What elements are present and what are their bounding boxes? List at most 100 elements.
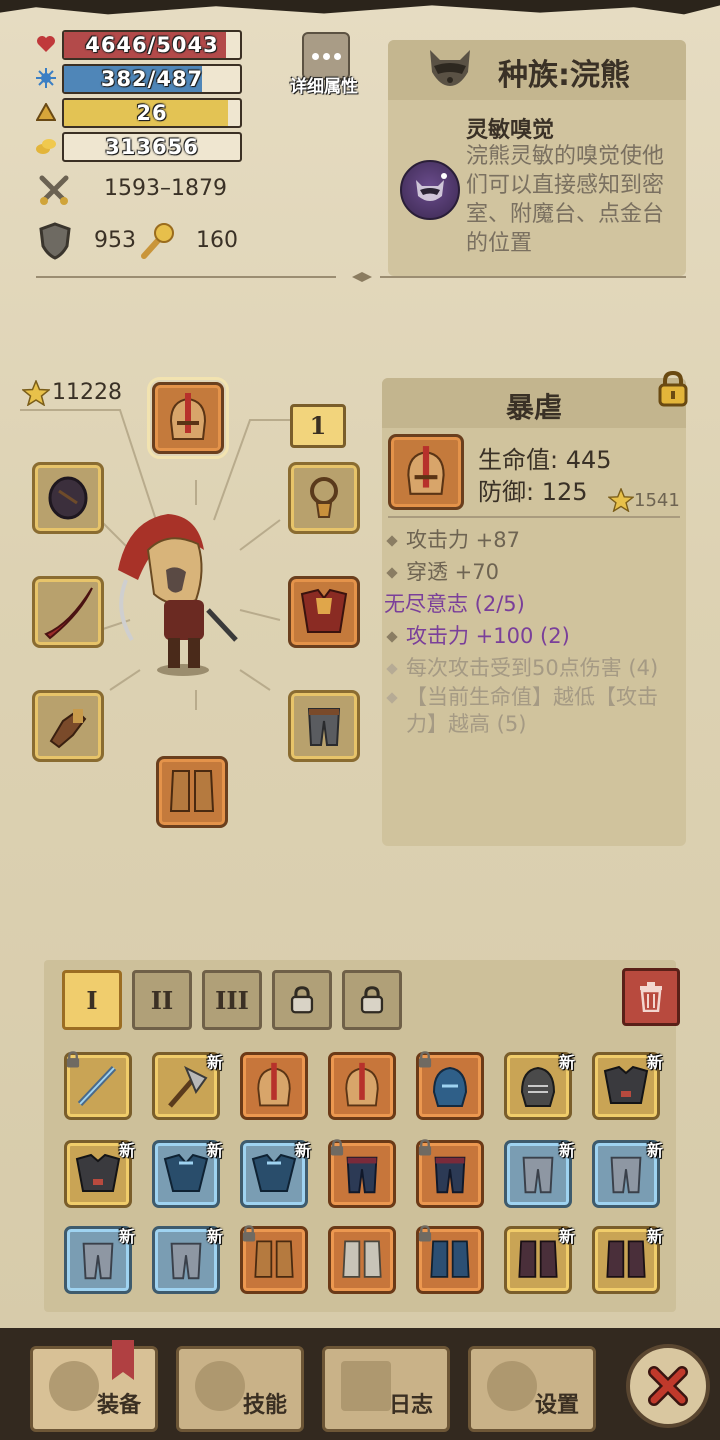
lock-icon [242,1225,256,1242]
new-badge: 新 [206,1141,223,1160]
shield-icon [38,222,72,260]
inventory-item[interactable] [416,1225,484,1294]
trait-icon[interactable] [400,160,460,220]
bronze-boots-icon [254,1240,294,1278]
level-row: 26 [34,98,244,128]
close-button[interactable] [626,1344,710,1428]
inventory-item[interactable] [328,1226,396,1294]
inventory-item[interactable]: 新 [504,1052,575,1120]
raccoon-icon [426,46,474,90]
trash-icon [640,982,662,1012]
lock-icon [66,1051,80,1068]
gray-pants-icon [170,1242,202,1280]
slot-gloves[interactable] [32,690,104,762]
detail-divider [388,516,680,518]
pants-icon [307,708,341,746]
tab-page-locked[interactable] [272,970,332,1030]
hero-character[interactable] [108,510,248,680]
blue-armor-icon [163,1153,209,1192]
lock-icon [418,1051,432,1068]
bullet-icon [386,631,398,643]
lock-icon [290,986,314,1014]
level-icon [34,100,58,124]
set-name: 无尽意志 (2/5) [384,592,525,616]
tab-page-3[interactable]: III [202,970,262,1030]
inventory-item[interactable] [240,1052,308,1120]
chest-armor-icon [300,588,348,633]
equipment-screen: 4646/5043 382/487 26 313656 1593–1879 95… [0,0,720,1440]
hp-value: 4646/5043 [85,33,219,57]
dark-pants-icon [434,1156,466,1194]
divider-ornament [352,272,372,282]
nav-skills[interactable]: 技能 [176,1346,304,1432]
inventory-item[interactable]: 新 [152,1226,223,1294]
slot-helmet[interactable] [147,377,229,459]
inventory-item[interactable] [416,1139,484,1208]
attack-range: 1593–1879 [104,176,227,201]
tab-page-2[interactable]: II [132,970,192,1030]
inventory-item[interactable] [416,1051,484,1120]
slot-weapon[interactable] [32,576,104,648]
divider-left [36,276,336,278]
blue-helmet-icon [432,1066,468,1107]
slot-pants[interactable] [288,690,360,762]
item-hp: 生命值: 445 [478,446,612,474]
item-name: 暴虐 [505,391,562,424]
dark-amulet-icon [48,476,88,520]
inventory-item[interactable]: 新 [504,1226,575,1294]
bullet-icon [386,692,398,704]
dot-icon [311,52,319,60]
slot-boots[interactable] [156,756,228,828]
nav-journal[interactable]: 日志 [322,1346,450,1432]
lock-icon[interactable] [656,370,690,408]
gold-bar: 313656 [62,132,242,162]
nav-settings[interactable]: 设置 [468,1346,596,1432]
inventory-item[interactable]: 新 [240,1140,311,1208]
inventory-item[interactable]: 新 [592,1052,663,1120]
set-bonus-text: 每次攻击受到50点伤害 (4) [406,656,659,680]
dot-icon [322,52,330,60]
slot-armor[interactable] [288,576,360,648]
detail-attributes-label[interactable]: 详细属性 [286,72,362,97]
inventory-item[interactable] [64,1051,132,1120]
inventory-item[interactable]: 新 [64,1226,135,1294]
tab-page-locked[interactable] [342,970,402,1030]
new-badge: 新 [646,1053,663,1072]
set-bonus-text: 【当前生命值】越低【攻击力】越高 (5) [406,685,658,736]
attr-row: 穿透 +70 [386,556,499,586]
attr-text: 穿透 +70 [406,560,499,584]
item-detail-icon [388,434,464,510]
inventory-item[interactable]: 新 [152,1140,223,1208]
spartan-helmet-icon [169,393,207,440]
dark-boots-icon [518,1240,558,1278]
lock-icon [418,1225,432,1242]
trash-button[interactable] [622,968,680,1026]
set-bonus-inactive: 每次攻击受到50点伤害 (4) [386,652,659,682]
inventory-item[interactable]: 新 [592,1140,663,1208]
equip-set-marker[interactable]: 1 [290,404,346,448]
nav-equip[interactable]: 装备 [30,1346,158,1432]
dark-pants-icon [346,1156,378,1194]
inventory-item[interactable] [328,1139,396,1208]
item-defense: 防御: 125 [478,478,588,506]
tab-page-1[interactable]: I [62,970,122,1030]
crossed-swords-icon [36,172,72,208]
slot-necklace[interactable] [288,462,360,534]
inventory-item[interactable]: 新 [152,1052,223,1120]
slot-amulet[interactable] [32,462,104,534]
nav-equip-label: 装备 [96,1393,141,1418]
star-icon [607,487,635,513]
leather-glove-icon [49,709,87,749]
inventory-item[interactable]: 新 [592,1226,663,1294]
bronze-boots-icon [169,770,215,812]
set-bonus-text: 攻击力 +100 (2) [406,624,570,648]
level-value: 26 [136,101,168,125]
inventory-item[interactable]: 新 [64,1140,135,1208]
inventory-item[interactable] [240,1225,308,1294]
trait-name: 灵敏嗅觉 [466,118,555,143]
inventory-item[interactable] [328,1052,396,1120]
inventory-item[interactable]: 新 [504,1140,575,1208]
hp-row: 4646/5043 [34,30,244,60]
lock-icon [330,1139,344,1156]
new-badge: 新 [558,1053,575,1072]
